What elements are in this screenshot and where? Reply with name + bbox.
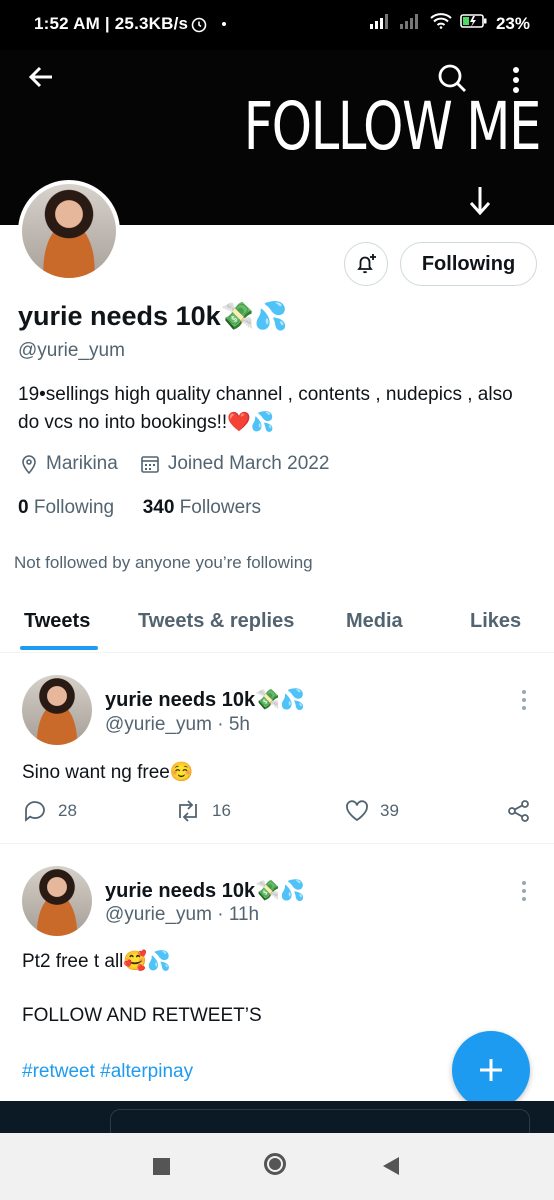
tweet-author-name: yurie needs 10k💸💦: [105, 689, 305, 711]
banner-text: FOLLOW ME: [243, 88, 542, 165]
heart-icon: [346, 800, 368, 822]
vertical-dots-icon: [522, 881, 526, 901]
location-pin-icon: [22, 455, 36, 474]
search-icon: [438, 64, 466, 92]
system-navigation-bar: [0, 1133, 554, 1200]
profile-tabs: Tweets Tweets & replies Media Likes: [0, 598, 554, 653]
tweet-text-line-2: FOLLOW AND RETWEET’S: [22, 1005, 262, 1026]
tweet-text-line-1: Pt2 free t all🥰💦: [22, 951, 171, 972]
compose-tweet-button[interactable]: [452, 1031, 530, 1109]
alarm-icon: [190, 15, 208, 38]
tweet-more-button[interactable]: [520, 880, 528, 907]
tab-tweets[interactable]: Tweets: [24, 610, 90, 633]
retweet-count: 16: [212, 801, 231, 820]
battery-icon: [460, 13, 488, 34]
tweet-avatar[interactable]: [22, 866, 92, 936]
tweet-handle-time: @yurie_yum · 5h: [105, 714, 250, 735]
active-tab-indicator: [20, 646, 98, 650]
profile-bio: 19•sellings high quality channel , conte…: [18, 384, 513, 433]
plus-icon: [480, 1059, 502, 1081]
like-button[interactable]: 39: [344, 798, 399, 824]
down-arrow-icon: [466, 185, 494, 224]
joined-text: Joined March 2022: [167, 453, 330, 474]
home-icon: [269, 1158, 281, 1170]
profile-avatar[interactable]: [18, 180, 120, 282]
back-arrow-icon: [28, 66, 52, 88]
follow-counts: 0 Following 340 Followers: [18, 497, 261, 519]
reply-count: 28: [58, 801, 77, 820]
notification-dot-icon: [222, 22, 226, 26]
reply-button[interactable]: 28: [22, 798, 77, 824]
home-button[interactable]: [264, 1153, 286, 1175]
profile-meta: Marikina Joined March 2022: [20, 453, 351, 475]
search-button[interactable]: [436, 62, 468, 99]
tweet-author-name: yurie needs 10k💸💦: [105, 880, 305, 902]
status-bar: 1:52 AM | 25.3KB/s 23%: [0, 0, 554, 50]
back-button[interactable]: [26, 62, 56, 97]
followers-count-link[interactable]: 340 Followers: [143, 497, 261, 518]
tweet-avatar[interactable]: [22, 675, 92, 745]
tweet-more-button[interactable]: [520, 689, 528, 716]
share-button[interactable]: [506, 798, 532, 824]
not-followed-note: Not followed by anyone you’re following: [14, 553, 313, 572]
tweet-item[interactable]: yurie needs 10k💸💦 @yurie_yum · 5h Sino w…: [0, 653, 554, 844]
vertical-dots-icon: [522, 690, 526, 710]
following-count-link[interactable]: 0 Following: [18, 497, 114, 518]
tab-likes[interactable]: Likes: [470, 610, 521, 633]
profile-handle: @yurie_yum: [18, 340, 125, 361]
tweet-actions: 28 16 39: [22, 798, 532, 828]
tweet-hashtags[interactable]: #retweet #alterpinay: [22, 1061, 193, 1083]
following-button[interactable]: Following: [400, 242, 537, 286]
profile-name: yurie needs 10k💸💦: [18, 301, 288, 331]
like-count: 39: [380, 801, 399, 820]
location: Marikina: [20, 453, 118, 475]
signal-icon: [369, 13, 392, 34]
back-triangle-icon: [383, 1157, 399, 1175]
back-nav-button[interactable]: [382, 1156, 400, 1181]
notifications-bell-button[interactable]: [344, 242, 388, 286]
tab-tweets-replies[interactable]: Tweets & replies: [138, 610, 294, 633]
reply-icon: [25, 801, 45, 822]
bell-plus-icon: [357, 254, 376, 274]
tab-media[interactable]: Media: [346, 610, 403, 633]
vertical-dots-icon: [513, 67, 519, 93]
location-text: Marikina: [46, 453, 118, 474]
recents-button[interactable]: [153, 1158, 170, 1175]
status-time: 1:52 AM | 25.3KB/s: [34, 14, 189, 33]
tweet-handle-time: @yurie_yum · 11h: [105, 904, 260, 925]
signal-2-icon: [399, 13, 422, 34]
wifi-icon: [430, 13, 452, 34]
calendar-icon: [141, 456, 159, 473]
retweet-icon: [179, 800, 197, 822]
more-options-button[interactable]: [508, 66, 524, 101]
joined-date: Joined March 2022: [140, 453, 330, 475]
bottom-sheet-edge: [0, 1101, 554, 1134]
share-icon: [508, 800, 529, 822]
bottom-sheet-handle: [110, 1109, 530, 1134]
battery-percent: 23%: [495, 13, 530, 33]
retweet-button[interactable]: 16: [174, 798, 231, 824]
tweet-text: Sino want ng free☺️: [22, 762, 194, 783]
